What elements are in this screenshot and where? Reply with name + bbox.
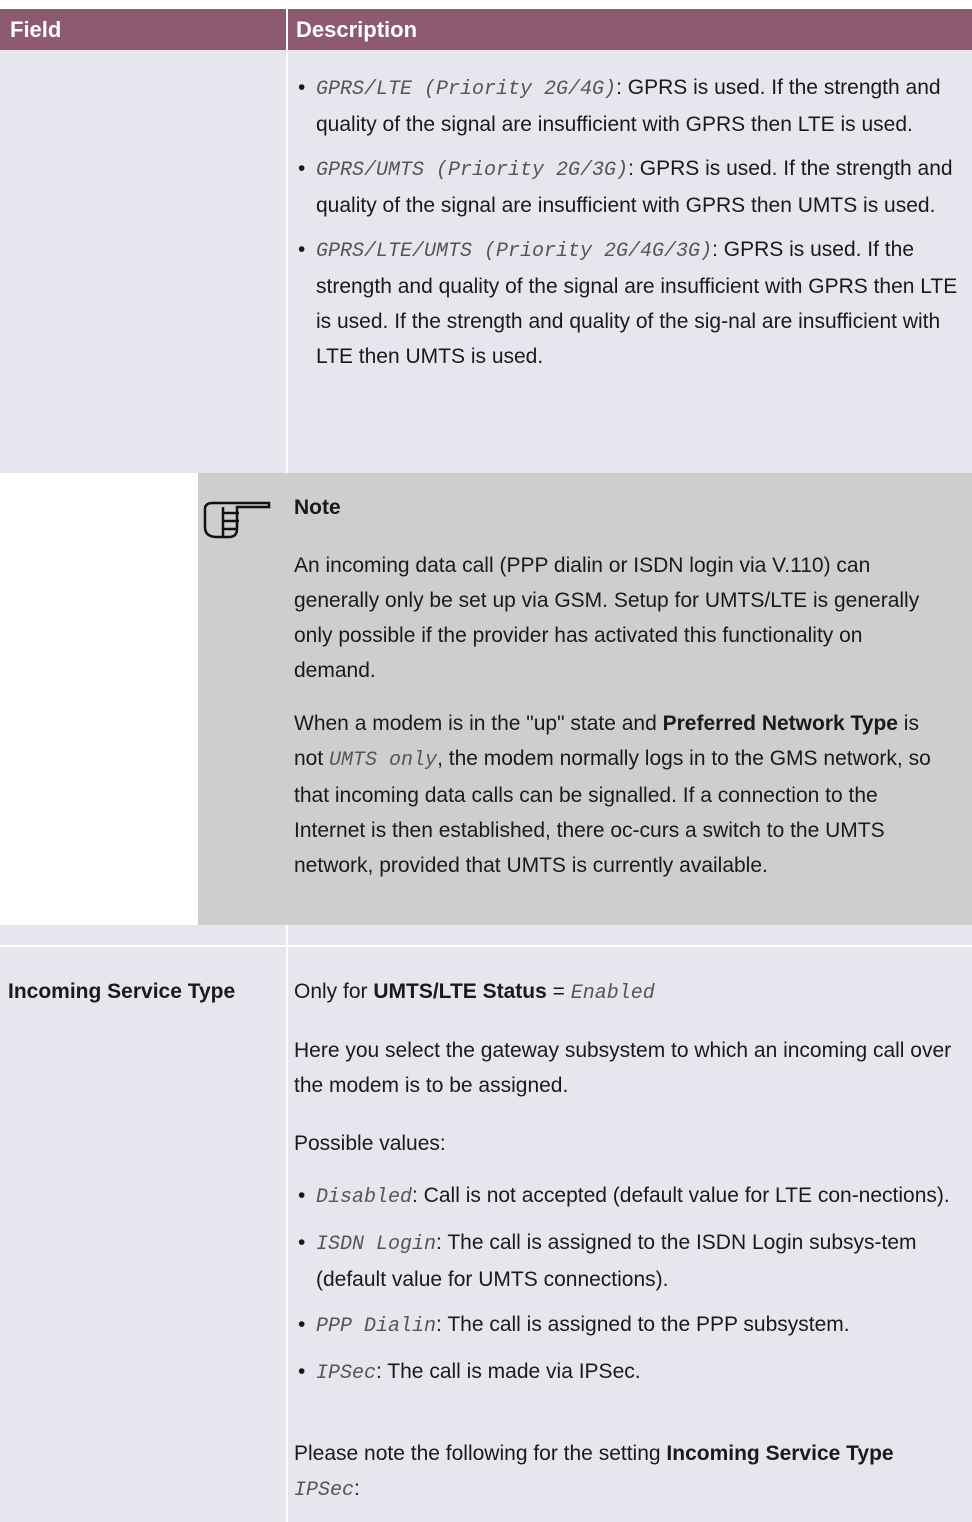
service-type-list: Disabled: Call is not accepted (default … xyxy=(296,1178,966,1401)
column-divider xyxy=(286,50,288,473)
note-box: Note An incoming data call (PPP dialin o… xyxy=(198,473,972,925)
list-item: IPSec: The call is made via IPSec. xyxy=(296,1354,966,1391)
table-header: Field Description xyxy=(0,9,972,50)
note-paragraph: An incoming data call (PPP dialin or ISD… xyxy=(294,554,920,682)
condition-text: Only for UMTS/LTE Status = Enabled xyxy=(294,980,655,1005)
network-type-list: GPRS/LTE (Priority 2G/4G): GPRS is used.… xyxy=(296,70,966,384)
list-item: PPP Dialin: The call is assigned to the … xyxy=(296,1307,966,1344)
description-paragraph: Please note the following for the settin… xyxy=(294,1442,894,1502)
field-cell-continued-end xyxy=(0,925,286,945)
list-item: Disabled: Call is not accepted (default … xyxy=(296,1178,966,1215)
note-paragraph: When a modem is in the "up" state and Pr… xyxy=(294,712,931,877)
list-item: GPRS/UMTS (Priority 2G/3G): GPRS is used… xyxy=(296,151,966,223)
list-item: GPRS/LTE (Priority 2G/4G): GPRS is used.… xyxy=(296,70,966,142)
column-divider xyxy=(286,925,288,1522)
header-separator xyxy=(286,9,288,50)
header-description: Description xyxy=(296,17,418,42)
description-paragraph: Possible values: xyxy=(294,1132,446,1155)
note-title: Note xyxy=(294,496,341,519)
list-item: GPRS/LTE/UMTS (Priority 2G/4G/3G): GPRS … xyxy=(296,232,966,374)
field-cell-continued xyxy=(0,50,286,473)
field-cell xyxy=(0,947,286,1522)
description-paragraph: Here you select the gateway subsystem to… xyxy=(294,1039,952,1097)
field-name: Incoming Service Type xyxy=(8,980,236,1003)
pointing-hand-icon xyxy=(203,499,275,554)
description-cell-continued-end xyxy=(288,925,972,945)
header-field: Field xyxy=(10,17,62,42)
list-item: ISDN Login: The call is assigned to the … xyxy=(296,1225,966,1297)
